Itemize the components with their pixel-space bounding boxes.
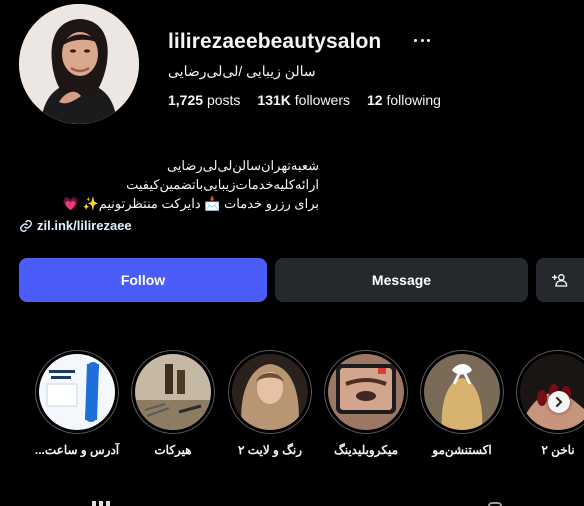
bio-line: شعبه‌تهران‌سالن‌لی‌لی‌رضایی bbox=[166, 158, 319, 173]
following-stat[interactable]: 12 following bbox=[367, 92, 441, 108]
followers-count: 131K bbox=[257, 92, 291, 108]
more-options-icon[interactable] bbox=[414, 30, 430, 50]
suggest-users-button[interactable] bbox=[536, 258, 584, 302]
highlight-label: اکستنشن‌مو bbox=[432, 443, 492, 457]
avatar-image bbox=[19, 4, 139, 124]
message-button[interactable]: Message bbox=[275, 258, 528, 302]
following-count: 12 bbox=[367, 92, 383, 108]
highlights-next-button[interactable] bbox=[548, 391, 570, 413]
follow-button[interactable]: Follow bbox=[19, 258, 267, 302]
highlight-thumbnail bbox=[328, 354, 404, 430]
highlight-label: میکروبلیدینگ bbox=[333, 443, 399, 457]
story-highlights: آدرس و ساعت... هیرکات رنگ و لایت ۲ میکرو… bbox=[0, 350, 584, 470]
following-label: following bbox=[386, 92, 441, 108]
highlight-item[interactable]: آدرس و ساعت... bbox=[29, 350, 125, 457]
posts-label: posts bbox=[206, 92, 241, 108]
highlight-thumbnail bbox=[232, 354, 308, 430]
highlight-thumbnail bbox=[39, 354, 115, 430]
profile-link[interactable]: zil.ink/lilirezaee bbox=[19, 218, 132, 233]
highlight-item[interactable]: میکروبلیدینگ bbox=[318, 350, 414, 457]
followers-label: followers bbox=[294, 92, 351, 108]
followers-stat[interactable]: 131K followers bbox=[257, 92, 350, 108]
highlight-label: ناخن ۲ bbox=[541, 443, 575, 457]
profile-username: lilirezaeebeautysalon bbox=[168, 30, 382, 53]
highlight-thumbnail bbox=[135, 354, 211, 430]
add-user-icon bbox=[552, 274, 568, 287]
profile-full-name: سالن زیبایی /لی‌لی‌رضایی bbox=[168, 63, 316, 79]
highlight-label: رنگ و لایت ۲ bbox=[237, 443, 303, 457]
tagged-tab-icon[interactable] bbox=[488, 502, 502, 506]
posts-count: 1,725 bbox=[168, 92, 204, 108]
profile-avatar[interactable] bbox=[19, 4, 139, 124]
bio-line: ارائه‌کلیه‌خدمات‌زیبایی‌باتضمین‌کیفیت bbox=[126, 177, 319, 192]
profile-stats: 1,725 posts 131K followers 12 following bbox=[168, 92, 441, 108]
link-icon bbox=[20, 219, 32, 232]
highlight-item[interactable]: هیرکات bbox=[125, 350, 221, 457]
highlight-label: هیرکات bbox=[154, 443, 192, 457]
posts-stat: 1,725 posts bbox=[168, 92, 240, 108]
highlight-item[interactable]: رنگ و لایت ۲ bbox=[222, 350, 318, 457]
grid-tab-icon[interactable] bbox=[92, 501, 110, 506]
highlight-label: آدرس و ساعت... bbox=[34, 443, 120, 457]
bio-line: برای رزرو خدمات 📩 دایرکت منتظرتونیم✨ 💗 bbox=[62, 196, 319, 211]
highlight-thumbnail bbox=[424, 354, 500, 430]
tab-bar-peek bbox=[0, 501, 584, 506]
link-text: zil.ink/lilirezaee bbox=[37, 218, 132, 233]
profile-bio: شعبه‌تهران‌سالن‌لی‌لی‌رضایی ارائه‌کلیه‌خ… bbox=[19, 156, 319, 213]
highlight-item[interactable]: ناخن ۲ bbox=[510, 350, 584, 457]
highlight-item[interactable]: اکستنشن‌مو bbox=[414, 350, 510, 457]
chevron-right-icon bbox=[556, 397, 563, 407]
